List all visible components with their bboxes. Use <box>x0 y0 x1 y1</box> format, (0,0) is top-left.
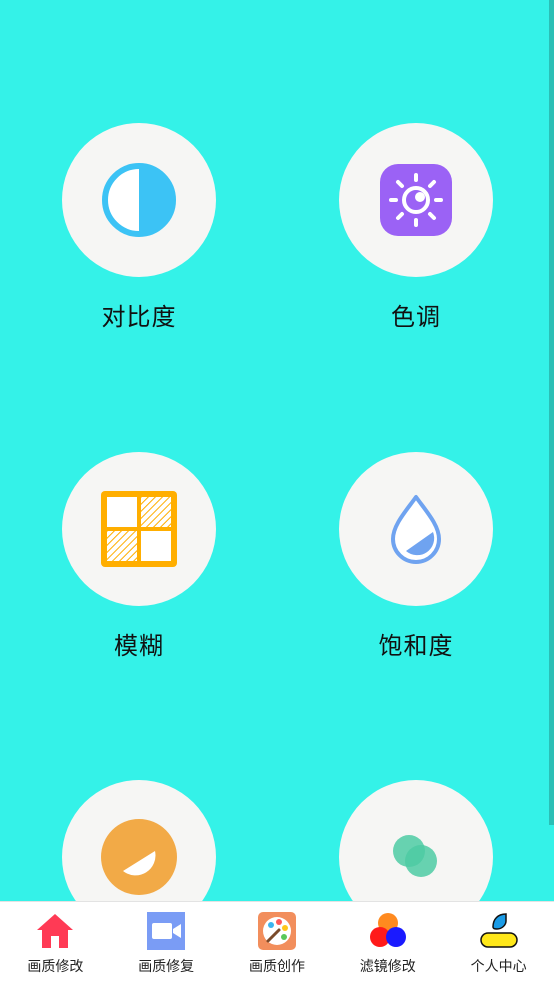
tool-tone[interactable]: 色调 <box>339 123 493 332</box>
palette-icon <box>257 912 296 950</box>
blur-grid-icon <box>101 491 177 567</box>
profile-icon <box>479 913 518 948</box>
overlay-circles-icon <box>393 835 437 877</box>
saturation-drop-icon <box>391 495 441 564</box>
tool-contrast-label: 对比度 <box>101 303 177 331</box>
scrollbar[interactable] <box>549 0 554 825</box>
tool-saturation[interactable]: 饱和度 <box>339 452 493 661</box>
tool-tone-circle <box>339 123 493 277</box>
brightness-sun-icon <box>380 164 452 236</box>
contrast-icon <box>102 163 176 237</box>
tab-quality-repair-label: 画质修复 <box>138 959 195 975</box>
exposure-icon <box>101 819 177 895</box>
tab-filter-edit-label: 滤镜修改 <box>359 959 416 975</box>
tool-saturation-label: 饱和度 <box>378 632 454 660</box>
tab-quality-repair[interactable]: 画质修复 <box>111 902 222 985</box>
tool-contrast[interactable]: 对比度 <box>62 123 216 332</box>
bottom-tab-bar: 画质修改 画质修复 画质创作 滤镜修改 个人中心 <box>0 901 554 985</box>
home-icon <box>37 914 74 948</box>
tool-blur-label: 模糊 <box>114 632 164 660</box>
tool-tone-label: 色调 <box>391 303 441 331</box>
tool-blur-circle <box>62 452 216 606</box>
tab-quality-edit-label: 画质修改 <box>27 959 84 975</box>
video-camera-icon <box>147 912 186 950</box>
filter-circles-icon <box>369 913 406 947</box>
tool-contrast-circle <box>62 123 216 277</box>
tab-profile-label: 个人中心 <box>470 959 527 975</box>
tab-profile[interactable]: 个人中心 <box>443 902 554 985</box>
tab-quality-create[interactable]: 画质创作 <box>222 902 333 985</box>
tab-filter-edit[interactable]: 滤镜修改 <box>332 902 443 985</box>
tool-blur[interactable]: 模糊 <box>62 452 216 661</box>
tab-quality-create-label: 画质创作 <box>248 959 305 975</box>
tool-saturation-circle <box>339 452 493 606</box>
tab-quality-edit[interactable]: 画质修改 <box>0 902 111 985</box>
tools-screen: 对比度 色调 模糊 饱和度 <box>0 0 554 984</box>
